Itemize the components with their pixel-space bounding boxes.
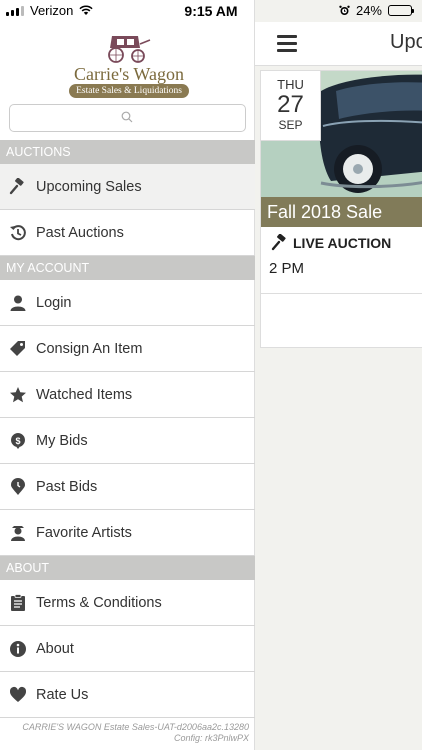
- heart-icon: [0, 686, 36, 704]
- brand-tagline: Estate Sales & Liquidations: [69, 84, 189, 98]
- wagon-logo-icon: [108, 36, 151, 63]
- menu-item-favorite-artists[interactable]: Favorite Artists: [0, 510, 255, 556]
- user-icon: [0, 294, 36, 312]
- menu-item-label: Consign An Item: [36, 340, 143, 357]
- gavel-icon: [271, 234, 286, 251]
- sale-weekday: THU: [277, 77, 304, 92]
- svg-text:$: $: [15, 436, 20, 446]
- main-content: Upc THU 27 SEP Fall 2018 Sale LIVE AUCTI…: [255, 0, 422, 750]
- menu-item-rate-us[interactable]: Rate Us: [0, 672, 255, 718]
- menu-item-my-bids[interactable]: $ My Bids: [0, 418, 255, 464]
- menu-item-label: Terms & Conditions: [36, 594, 162, 611]
- section-auctions: AUCTIONS: [0, 140, 255, 164]
- artist-icon: [0, 524, 36, 542]
- menu-item-login[interactable]: Login: [0, 280, 255, 326]
- menu-item-upcoming-sales[interactable]: Upcoming Sales: [0, 164, 255, 210]
- gavel-icon: [0, 177, 36, 196]
- menu-item-label: Rate Us: [36, 686, 89, 703]
- auction-type-label: LIVE AUCTION: [293, 235, 392, 251]
- sale-month: SEP: [278, 118, 303, 132]
- tag-icon: [0, 340, 36, 358]
- menu-item-past-auctions[interactable]: Past Auctions: [0, 210, 255, 256]
- history-icon: [0, 224, 36, 242]
- battery-percent: 24%: [355, 3, 382, 18]
- menu-item-about[interactable]: About: [0, 626, 255, 672]
- side-menu: Carrie's Wagon Estate Sales & Liquidatio…: [0, 0, 255, 750]
- card-divider: [261, 293, 422, 294]
- alarm-icon: [339, 5, 350, 15]
- dollar-icon: $: [0, 432, 36, 450]
- map-pin-icon: [0, 477, 36, 496]
- sale-date: THU 27 SEP: [261, 71, 321, 141]
- page-title: Upc: [390, 31, 422, 53]
- sale-time: 2 PM: [269, 260, 305, 277]
- status-bar: Verizon 9:15 AM 24%: [0, 0, 422, 22]
- sale-title: Fall 2018 Sale: [261, 197, 422, 227]
- brand-name: Carrie's Wagon: [74, 64, 184, 84]
- config-info-line: Config: rk3PnlwPX: [173, 733, 249, 743]
- brand-logo[interactable]: Carrie's Wagon Estate Sales & Liquidatio…: [68, 30, 190, 98]
- auction-card[interactable]: THU 27 SEP Fall 2018 Sale LIVE AUCTION 2…: [260, 70, 422, 348]
- build-info: CARRIE'S WAGON Estate Sales-UAT-d2006aa2…: [0, 722, 255, 744]
- menu-item-label: Watched Items: [36, 386, 133, 403]
- menu-item-label: Login: [36, 294, 72, 311]
- menu-item-watched-items[interactable]: Watched Items: [0, 372, 255, 418]
- menu-item-label: About: [36, 640, 74, 657]
- auction-image: THU 27 SEP Fall 2018 Sale: [261, 71, 422, 227]
- section-my-account: MY ACCOUNT: [0, 256, 255, 280]
- search-input[interactable]: [9, 104, 246, 132]
- battery-icon: [388, 5, 414, 16]
- clipboard-icon: [0, 593, 36, 612]
- sale-day: 27: [277, 91, 304, 118]
- menu-item-consign[interactable]: Consign An Item: [0, 326, 255, 372]
- hamburger-menu-icon[interactable]: [277, 35, 297, 52]
- auction-type: LIVE AUCTION: [271, 234, 391, 252]
- nav-bar: Upc: [255, 22, 422, 66]
- menu-item-label: Upcoming Sales: [36, 178, 142, 195]
- menu-item-terms[interactable]: Terms & Conditions: [0, 580, 255, 626]
- menu-item-label: My Bids: [36, 432, 88, 449]
- section-about: ABOUT: [0, 556, 255, 580]
- build-info-line: CARRIE'S WAGON Estate Sales-UAT-d2006aa2…: [22, 722, 249, 732]
- menu-item-label: Favorite Artists: [36, 524, 132, 541]
- status-right: 24%: [339, 3, 414, 18]
- info-icon: [0, 640, 36, 658]
- menu-item-past-bids[interactable]: Past Bids: [0, 464, 255, 510]
- menu-item-label: Past Bids: [36, 478, 98, 495]
- search-icon: [121, 111, 133, 123]
- star-icon: [0, 386, 36, 404]
- app-screen: Verizon 9:15 AM 24% Carrie's Wagon Estat…: [0, 0, 422, 750]
- menu-item-label: Past Auctions: [36, 224, 124, 241]
